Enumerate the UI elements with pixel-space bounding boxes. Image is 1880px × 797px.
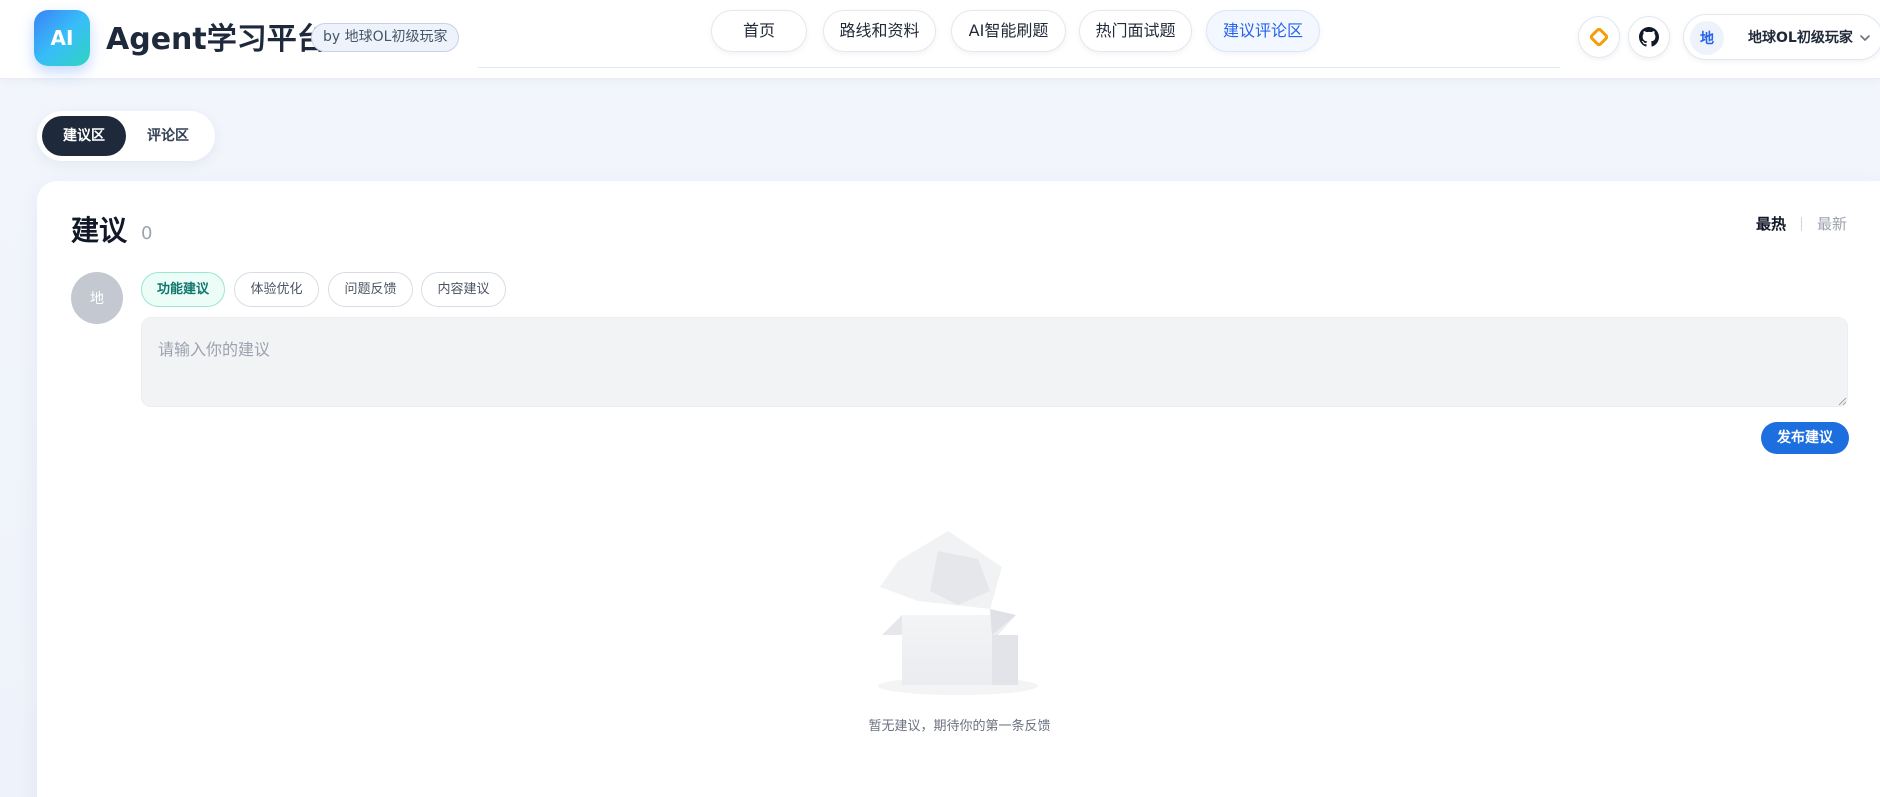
- empty-state-text: 暂无建议，期待你的第一条反馈: [868, 719, 1051, 734]
- resize-handle-icon[interactable]: [1837, 396, 1847, 406]
- suggestion-input[interactable]: [141, 317, 1848, 407]
- card-title: 建议: [71, 214, 128, 247]
- top-header: AI Agent学习平台 by 地球OL初级玩家 首页 路线和资料 AI智能刷题…: [0, 0, 1880, 79]
- chip-experience[interactable]: 体验优化: [234, 272, 319, 307]
- user-menu[interactable]: 地 地球OL初级玩家: [1683, 14, 1880, 60]
- nav-home[interactable]: 首页: [711, 10, 807, 52]
- github-icon: [1639, 27, 1659, 47]
- sort-divider: [1801, 217, 1802, 231]
- nav-ai-practice[interactable]: AI智能刷题: [951, 10, 1066, 52]
- nav-roadmap[interactable]: 路线和资料: [823, 10, 936, 52]
- chip-bug[interactable]: 问题反馈: [328, 272, 413, 307]
- user-avatar: 地: [1690, 21, 1724, 55]
- site-logo[interactable]: AI: [34, 10, 90, 66]
- avatar: 地: [71, 272, 123, 324]
- diamond-icon: [1589, 27, 1609, 47]
- tab-comments[interactable]: 评论区: [126, 116, 210, 156]
- nav-hot-questions[interactable]: 热门面试题: [1079, 10, 1192, 52]
- publish-button[interactable]: 发布建议: [1761, 422, 1849, 454]
- chip-feature[interactable]: 功能建议: [141, 272, 225, 307]
- sort-hot[interactable]: 最热: [1756, 213, 1786, 235]
- site-title[interactable]: Agent学习平台: [106, 20, 327, 60]
- diamond-button[interactable]: [1578, 16, 1620, 58]
- suggestion-count: 0: [141, 223, 153, 244]
- empty-box-icon: [878, 531, 1038, 695]
- github-button[interactable]: [1628, 16, 1670, 58]
- nav-divider: [478, 67, 1560, 68]
- tab-suggestions[interactable]: 建议区: [42, 116, 126, 156]
- sort-latest[interactable]: 最新: [1817, 213, 1847, 235]
- chip-content[interactable]: 内容建议: [421, 272, 506, 307]
- suggestion-card: 建议 0 最热 最新 地 功能建议 体验优化 问题反馈 内容建议 发布建议 暂无…: [37, 181, 1880, 797]
- author-badge: by 地球OL初级玩家: [311, 23, 460, 52]
- section-switcher: 建议区 评论区: [37, 111, 215, 161]
- nav-feedback[interactable]: 建议评论区: [1206, 10, 1320, 52]
- user-name: 地球OL初级玩家: [1748, 30, 1853, 46]
- chevron-down-icon: [1860, 35, 1870, 41]
